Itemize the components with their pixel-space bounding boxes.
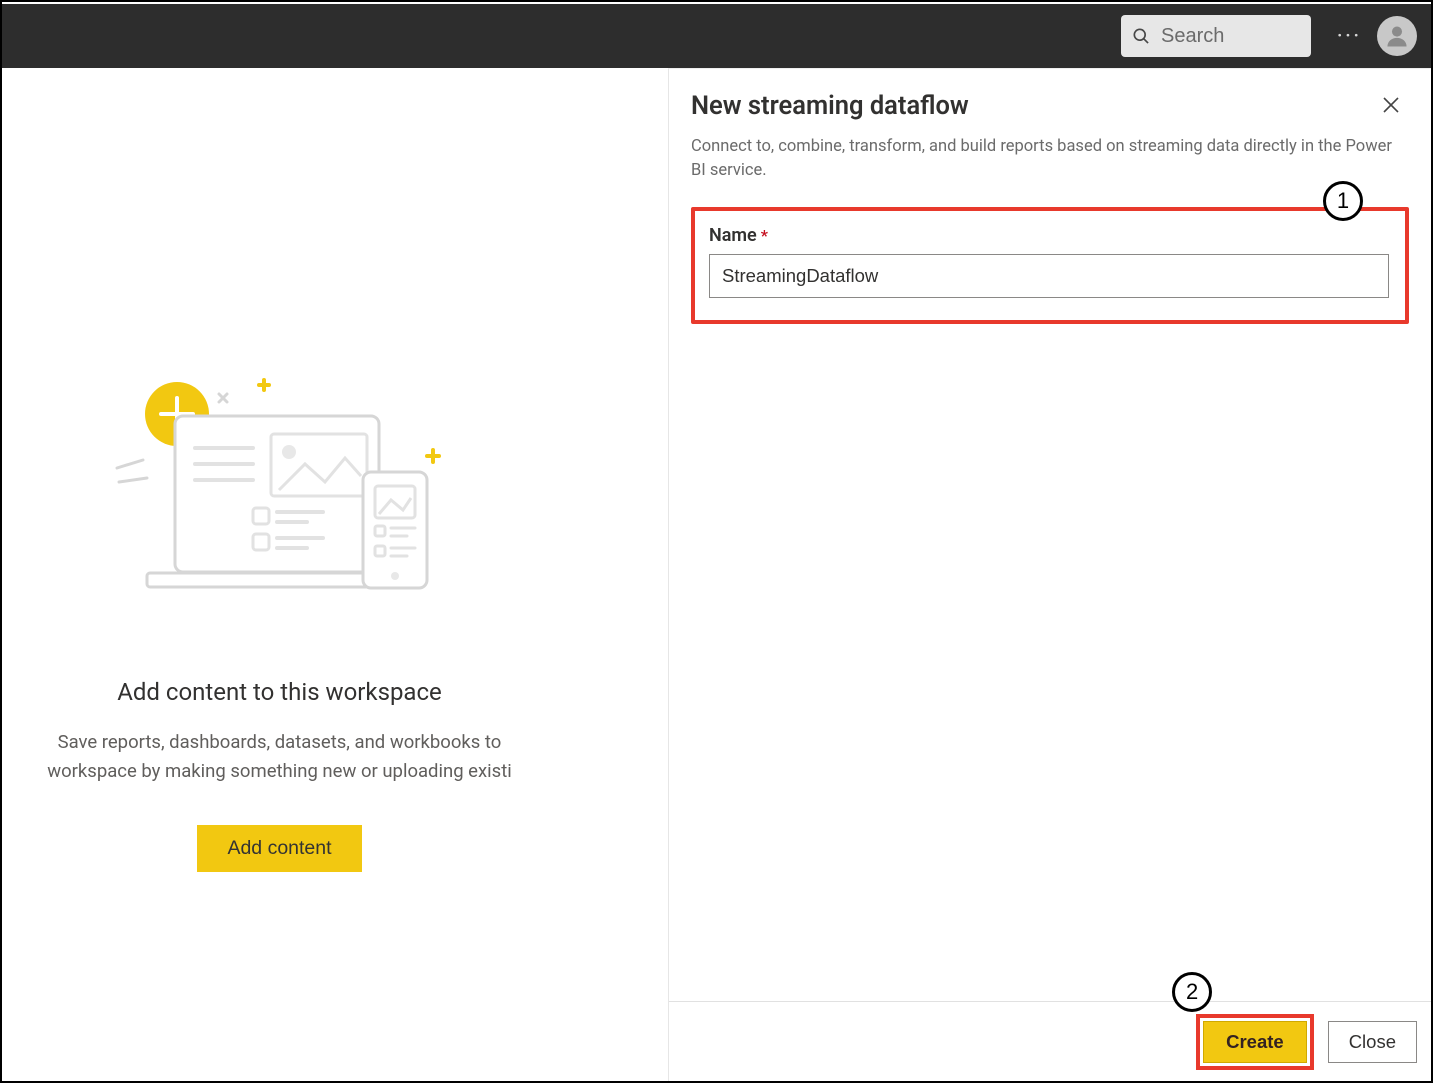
panel-header: New streaming dataflow xyxy=(669,69,1431,121)
name-label: Name xyxy=(709,225,757,246)
callout-badge-2: 2 xyxy=(1172,972,1212,1012)
empty-state-title: Add content to this workspace xyxy=(18,678,541,706)
name-input[interactable] xyxy=(709,254,1389,298)
close-icon xyxy=(1383,97,1399,113)
new-dataflow-panel: New streaming dataflow Connect to, combi… xyxy=(668,68,1431,1081)
workspace-empty-state: Add content to this workspace Save repor… xyxy=(2,228,557,896)
create-button[interactable]: Create xyxy=(1203,1021,1307,1063)
avatar[interactable] xyxy=(1377,16,1417,56)
create-button-callout: Create 2 xyxy=(1196,1014,1314,1070)
avatar-icon xyxy=(1383,22,1411,50)
more-icon: ··· xyxy=(1337,22,1362,50)
panel-subtitle: Connect to, combine, transform, and buil… xyxy=(669,121,1431,201)
close-button[interactable]: Close xyxy=(1328,1021,1417,1063)
required-asterisk: * xyxy=(761,226,768,245)
more-button[interactable]: ··· xyxy=(1329,16,1369,56)
panel-title: New streaming dataflow xyxy=(691,91,1377,121)
search-input[interactable] xyxy=(1151,25,1301,48)
panel-footer: Create 2 Close xyxy=(669,1001,1431,1081)
empty-state-description: Save reports, dashboards, datasets, and … xyxy=(18,728,541,785)
app-bar: ··· xyxy=(2,4,1431,68)
search-box[interactable] xyxy=(1121,15,1311,57)
callout-badge-1: 1 xyxy=(1323,181,1363,221)
panel-close-button[interactable] xyxy=(1377,91,1405,119)
name-field-callout: Name* 1 xyxy=(691,207,1409,324)
search-icon xyxy=(1131,26,1151,46)
add-content-button[interactable]: Add content xyxy=(197,825,361,872)
